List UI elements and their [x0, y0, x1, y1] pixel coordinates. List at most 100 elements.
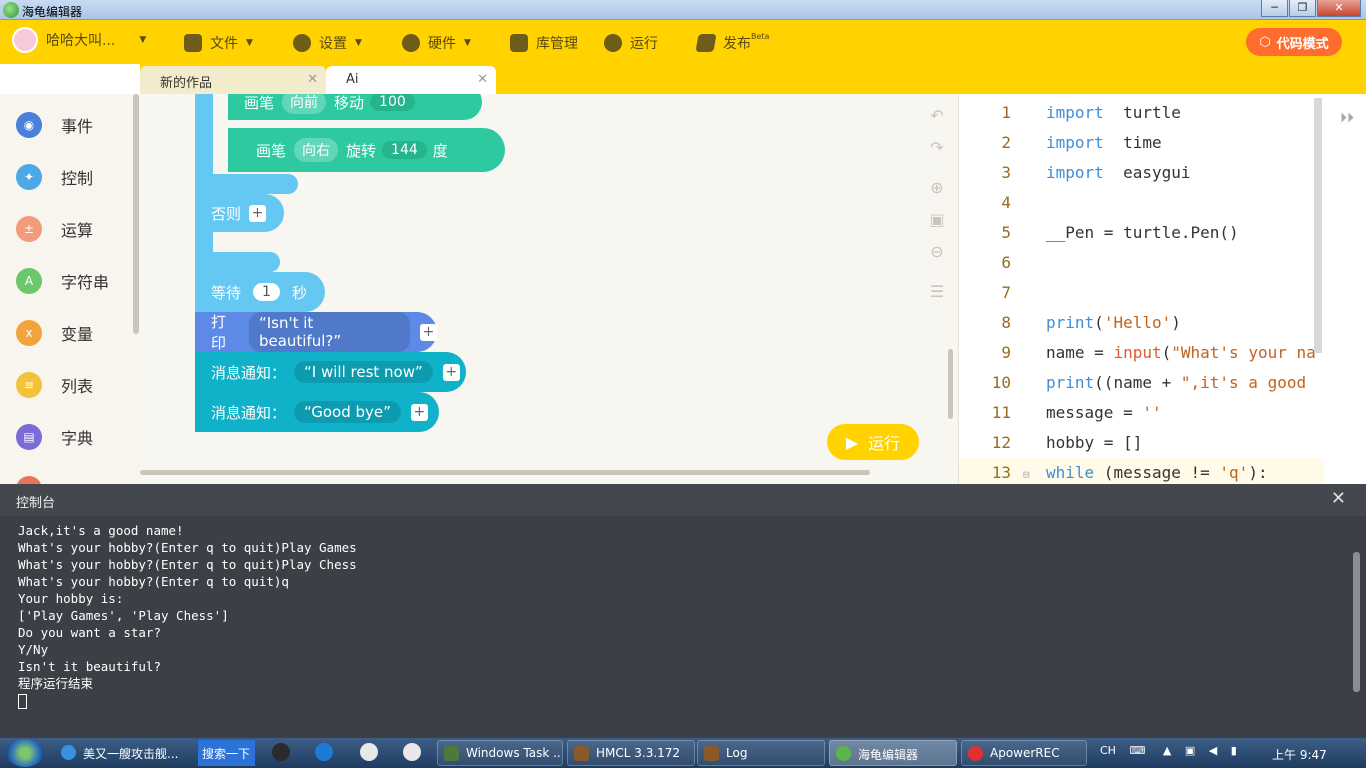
line-number: 5 [1001, 223, 1011, 242]
pen-move-block[interactable]: 画笔 向前 移动 100 [228, 94, 482, 120]
taskbar-item-task-manager[interactable]: Windows Task ... [437, 740, 563, 766]
chevron-up-icon[interactable]: ▲ [1163, 744, 1171, 757]
notify-block[interactable]: 消息通知： “I will rest now” + [195, 352, 466, 392]
minimize-button[interactable]: ─ [1261, 0, 1288, 17]
category-scrollbar[interactable] [133, 94, 139, 334]
taskbar-item-ie[interactable]: 美又一艘攻击舰... [55, 740, 197, 766]
notify-block[interactable]: 消息通知： “Good bye” + [195, 392, 439, 432]
category-event[interactable]: ◉ 事件 [16, 110, 93, 140]
keyboard-icon[interactable]: ⌨ [1129, 744, 1145, 757]
distance-input[interactable]: 100 [370, 94, 415, 111]
category-string[interactable]: A 字符串 [16, 266, 109, 296]
fold-icon[interactable]: ⊟ [1021, 460, 1046, 484]
code-mode-button[interactable]: ⬡ 代码模式 [1246, 28, 1342, 56]
category-partial[interactable] [16, 474, 61, 484]
speaker-icon[interactable]: ◀ [1209, 744, 1217, 757]
code-line[interactable]: 6 [959, 248, 1324, 278]
direction-dropdown[interactable]: 向右 [294, 138, 339, 162]
code-line[interactable]: 3 import easygui [959, 158, 1324, 188]
zoom-out-icon[interactable]: ⊖ [928, 242, 946, 261]
collapse-panel-icon[interactable]: ⏵⏵ [1340, 110, 1354, 126]
close-icon[interactable]: ✕ [307, 72, 318, 87]
notify-text-input[interactable]: “Good bye” [294, 401, 401, 423]
add-icon[interactable]: + [249, 204, 267, 222]
taskbar-item-hmcl[interactable]: HMCL 3.3.172 [567, 740, 695, 766]
angle-input[interactable]: 144 [382, 141, 427, 159]
category-control[interactable]: ✦ 控制 [16, 162, 93, 192]
code-line[interactable]: 12 hobby = [] [959, 428, 1324, 458]
close-icon[interactable]: ✕ [1331, 488, 1346, 509]
code-scrollbar[interactable] [1314, 98, 1322, 353]
direction-dropdown[interactable]: 向前 [282, 94, 327, 114]
code-token: message = [1046, 403, 1143, 422]
else-block[interactable]: 否则 + [195, 194, 284, 232]
code-line[interactable]: 5 __Pen = turtle.Pen() [959, 218, 1324, 248]
seconds-input[interactable]: 1 [253, 283, 280, 301]
taskbar-item-log[interactable]: Log [697, 740, 825, 766]
hardware-menu[interactable]: 硬件 ▼ [402, 32, 471, 54]
category-variable[interactable]: x 变量 [16, 318, 93, 348]
tab-ai[interactable]: Ai ✕ [326, 66, 496, 94]
clock[interactable]: 上午 9:47 [1272, 746, 1327, 763]
close-window-button[interactable]: ✕ [1317, 0, 1361, 17]
canvas-horizontal-scrollbar[interactable] [140, 470, 870, 475]
canvas-vertical-scrollbar[interactable] [948, 349, 953, 419]
device-icon[interactable]: ▣ [1185, 744, 1195, 757]
code-line[interactable]: 7 [959, 278, 1324, 308]
add-icon[interactable]: + [442, 363, 460, 381]
taskbar-item-apowerrec[interactable]: ApowerREC [961, 740, 1087, 766]
code-line[interactable]: 8 print('Hello') [959, 308, 1324, 338]
code-line[interactable]: 9 name = input("What's your na [959, 338, 1324, 368]
gamepad-icon: ✦ [16, 164, 42, 190]
category-dict[interactable]: ▤ 字典 [16, 422, 93, 452]
close-icon[interactable]: ✕ [477, 72, 488, 87]
print-block[interactable]: 打印 “Isn't it beautiful?” + [195, 312, 437, 352]
run-menu-button[interactable]: 运行 [604, 32, 658, 54]
library-button[interactable]: 库管理 [510, 32, 578, 54]
search-label: 搜索一下 [202, 747, 251, 761]
code-line[interactable]: 1 import turtle [959, 98, 1324, 128]
network-icon[interactable]: ▮ [1231, 744, 1237, 757]
code-line[interactable]: 11 message = '' [959, 398, 1324, 428]
start-button[interactable] [6, 739, 44, 767]
file-menu[interactable]: 文件 ▼ [184, 32, 253, 54]
code-editor[interactable]: 1 import turtle 2 import time 3 import easygu… [958, 94, 1366, 484]
input-language[interactable]: CH [1100, 744, 1116, 757]
print-text-input[interactable]: “Isn't it beautiful?” [248, 312, 411, 352]
taskbar-label: Windows Task ... [466, 746, 563, 760]
zoom-reset-icon[interactable]: ▣ [928, 210, 946, 229]
beta-badge: Beta [751, 32, 770, 41]
tab-new-work[interactable]: 新的作品 ✕ [140, 66, 326, 94]
tool-icon[interactable] [272, 743, 290, 761]
block-canvas[interactable]: 否则 + 画笔 向前 移动 100 画笔 向右 旋转 144 度 等待 1 秒 … [140, 94, 958, 484]
taskbar-item-turtle-editor[interactable]: 海龟编辑器 [829, 740, 957, 766]
align-icon[interactable]: ☰ [928, 282, 946, 301]
user-menu[interactable]: 哈哈大叫... ▼ [12, 27, 146, 53]
code-line[interactable]: 2 import time [959, 128, 1324, 158]
category-operators[interactable]: ± 运算 [16, 214, 93, 244]
minecraft-icon [574, 746, 589, 761]
settings-menu[interactable]: 设置 ▼ [293, 32, 362, 54]
run-button[interactable]: ▶ 运行 [827, 424, 919, 460]
search-button[interactable]: 搜索一下 [198, 740, 255, 766]
code-line[interactable]: 10 print((name + ",it's a good [959, 368, 1324, 398]
undo-icon[interactable]: ↶ [928, 106, 946, 125]
publish-button[interactable]: 发布 Beta [695, 32, 770, 54]
console-output[interactable]: Jack,it's a good name! What's your hobby?… [0, 516, 1366, 715]
code-line[interactable]: 4 [959, 188, 1324, 218]
console-scrollbar[interactable] [1353, 552, 1360, 692]
code-line[interactable]: 13 ⊟ while (message != 'q'): [959, 458, 1324, 484]
blocked-icon[interactable] [403, 743, 421, 761]
category-list[interactable]: ≡ 列表 [16, 370, 93, 400]
add-icon[interactable]: + [420, 323, 437, 341]
edge-icon[interactable] [315, 743, 333, 761]
redo-icon[interactable]: ↷ [928, 138, 946, 157]
pen-turn-block[interactable]: 画笔 向右 旋转 144 度 [228, 128, 505, 172]
zoom-in-icon[interactable]: ⊕ [928, 178, 946, 197]
blocked-icon[interactable] [360, 743, 378, 761]
wait-block[interactable]: 等待 1 秒 [195, 272, 325, 312]
notify-text-input[interactable]: “I will rest now” [294, 361, 433, 383]
console-line: What's your hobby?(Enter q to quit)q [18, 574, 289, 589]
maximize-button[interactable]: ❐ [1289, 0, 1316, 17]
add-icon[interactable]: + [410, 403, 428, 421]
